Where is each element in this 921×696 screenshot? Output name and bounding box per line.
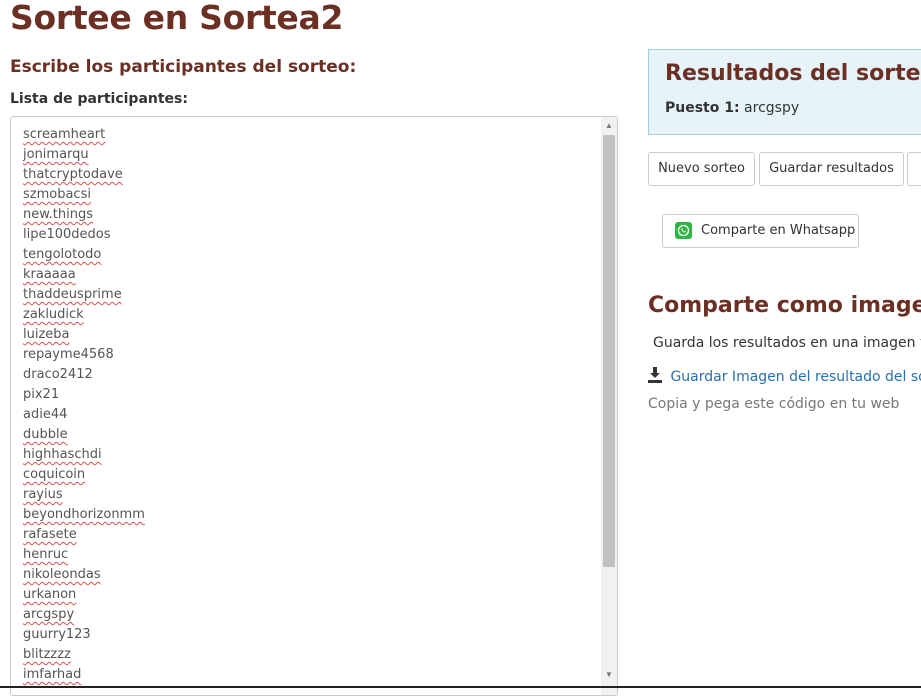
participant-item: zakludick: [23, 307, 84, 322]
participant-item: lipe100dedos: [23, 227, 111, 242]
participant-item: nikoleondas: [23, 567, 101, 582]
participant-item: henruc: [23, 547, 69, 562]
participant-item: thatcryptodave: [23, 167, 123, 182]
whatsapp-icon: [675, 222, 692, 239]
participant-item: rafasete: [23, 527, 77, 542]
participants-list: screamheart jonimarqu thatcryptodave szmoba…: [23, 125, 145, 685]
save-results-button[interactable]: Guardar resultados: [759, 152, 904, 186]
participant-item: new.things: [23, 207, 94, 222]
results-title: Resultados del sorteo: [665, 61, 921, 86]
share-whatsapp-button[interactable]: Comparte en Whatsapp: [662, 214, 859, 248]
download-image-link-text: Guardar Imagen del resultado del sor: [670, 369, 921, 385]
participant-item: luizeba: [23, 327, 70, 342]
embed-code-label: Copia y pega este código en tu web: [648, 396, 900, 412]
participant-item: rayius: [23, 487, 63, 502]
participant-item: tengolotodo: [23, 247, 102, 262]
participant-item: dubble: [23, 427, 68, 442]
share-image-description: Guarda los resultados en una imagen y: [653, 335, 921, 351]
participant-item: guurry123: [23, 627, 91, 642]
participant-item: repayme4568: [23, 347, 114, 362]
scroll-down-arrow[interactable]: ▼: [601, 668, 617, 682]
page-title: Sortee en Sortea2: [10, 0, 344, 37]
participant-item: highhaschdi: [23, 447, 102, 462]
new-draw-button[interactable]: Nuevo sorteo: [648, 152, 755, 186]
participants-list-label: Lista de participantes:: [10, 91, 188, 107]
participants-section-title: Escribe los participantes del sorteo:: [10, 57, 357, 77]
result-position-label: Puesto 1:: [665, 100, 740, 116]
participant-item: arcgspy: [23, 607, 75, 622]
participant-item: szmobacsi: [23, 187, 91, 202]
participants-textarea[interactable]: screamheart jonimarqu thatcryptodave szmoba…: [10, 116, 618, 696]
participant-item: blitzzzz: [23, 647, 71, 662]
participant-item: screamheart: [23, 127, 106, 142]
participant-item: coquicoin: [23, 467, 86, 482]
participant-item: jonimarqu: [23, 147, 89, 162]
download-icon: [648, 367, 662, 383]
participant-item: kraaaaa: [23, 267, 76, 282]
scroll-thumb[interactable]: [603, 135, 615, 567]
extra-action-button[interactable]: [907, 152, 921, 186]
textarea-scrollbar[interactable]: ▲ ▼: [601, 117, 617, 695]
result-position-1: Puesto 1: arcgspy: [665, 100, 799, 116]
participant-item: draco2412: [23, 367, 93, 382]
scroll-up-arrow[interactable]: ▲: [601, 119, 617, 133]
download-image-link[interactable]: Guardar Imagen del resultado del sor: [648, 367, 921, 385]
participant-item: pix21: [23, 387, 60, 402]
participant-item: imfarhad: [23, 667, 82, 682]
participant-item: beyondhorizonmm: [23, 507, 145, 522]
result-winner: arcgspy: [744, 100, 800, 116]
results-panel: Resultados del sorteo Puesto 1: arcgspy: [648, 49, 921, 135]
participant-item: thaddeusprime: [23, 287, 122, 302]
participant-item: urkanon: [23, 587, 77, 602]
share-image-title: Comparte como imagen: [648, 293, 921, 318]
participant-item: adie44: [23, 407, 68, 422]
whatsapp-button-label: Comparte en Whatsapp: [701, 223, 856, 238]
